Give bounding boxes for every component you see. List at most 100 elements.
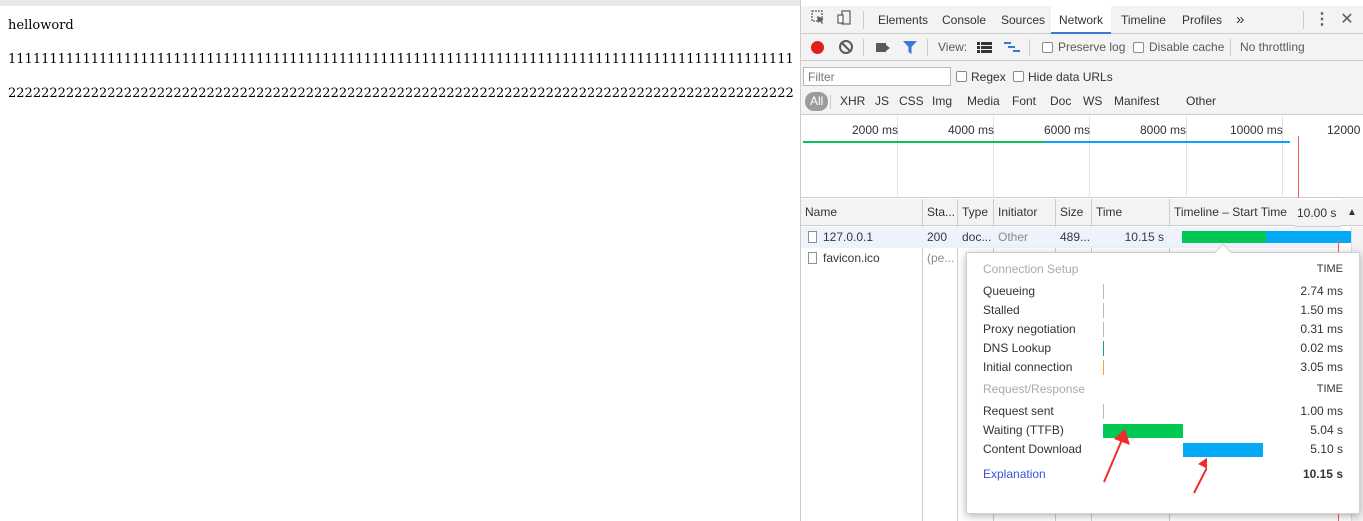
page-viewport: helloword 111111111111111111111111111111…	[0, 0, 800, 521]
tab-elements[interactable]: Elements	[878, 6, 928, 34]
large-rows-icon[interactable]	[977, 42, 992, 56]
hide-data-urls-checkbox[interactable]	[1013, 71, 1024, 82]
timing-label: Initial connection	[983, 360, 1073, 374]
timing-label: Request sent	[983, 404, 1054, 418]
timing-label: Stalled	[983, 303, 1020, 317]
timing-bar	[1103, 284, 1104, 299]
disable-cache-checkbox[interactable]	[1133, 42, 1144, 53]
record-icon[interactable]	[811, 41, 824, 54]
annotation-arrow-icon	[1103, 429, 1130, 483]
timing-value: 0.31 ms	[1300, 322, 1343, 336]
close-icon[interactable]: ✕	[1338, 6, 1356, 34]
devtools-tab-bar: Elements Console Sources Network Timelin…	[801, 6, 1363, 34]
timing-total: 10.15 s	[1302, 467, 1343, 481]
filter-type-ws[interactable]: WS	[1080, 92, 1105, 111]
timing-row-initial-connection: Initial connection 3.05 ms	[983, 358, 1343, 377]
waterfall-overview-icon[interactable]	[1004, 42, 1020, 56]
row-initiator: Other	[998, 230, 1029, 244]
row-status: (pe...	[927, 251, 955, 265]
capture-screenshots-icon[interactable]	[876, 43, 890, 52]
sort-up-icon[interactable]: ▲	[1341, 199, 1363, 226]
inspect-element-icon[interactable]	[809, 6, 827, 34]
disable-cache-label: Disable cache	[1149, 40, 1225, 54]
filter-type-img[interactable]: Img	[929, 92, 955, 111]
row-download-bar[interactable]	[1266, 231, 1352, 243]
timing-row-request-sent: Request sent 1.00 ms	[983, 402, 1343, 421]
timing-bar	[1103, 303, 1104, 318]
timing-row-stalled: Stalled 1.50 ms	[983, 301, 1343, 320]
timing-bar	[1103, 404, 1104, 419]
more-tabs-icon[interactable]: »	[1236, 6, 1244, 34]
tab-network[interactable]: Network	[1051, 6, 1112, 34]
document-icon	[808, 252, 817, 264]
tab-timeline[interactable]: Timeline	[1121, 6, 1166, 34]
timing-value: 3.05 ms	[1300, 360, 1343, 374]
filter-type-media[interactable]: Media	[964, 92, 1003, 111]
kebab-menu-icon[interactable]: ⋮	[1313, 6, 1331, 34]
filter-icon[interactable]	[903, 41, 917, 57]
network-toolbar: View: Preserve log Disable cache No thro…	[801, 34, 1363, 61]
filter-type-all[interactable]: All	[805, 92, 829, 111]
timing-label: DNS Lookup	[983, 341, 1052, 355]
timing-row-queueing: Queueing 2.74 ms	[983, 282, 1343, 301]
overview-tick: 10000 ms	[1230, 123, 1283, 137]
row-type: doc...	[962, 230, 992, 244]
regex-label: Regex	[971, 70, 1006, 84]
tab-profiles[interactable]: Profiles	[1182, 6, 1222, 34]
load-event-marker	[1298, 136, 1299, 198]
row-status: 200	[927, 230, 948, 244]
page-heading-text: helloword	[8, 18, 74, 33]
column-status[interactable]: Sta...	[923, 199, 957, 226]
view-label: View:	[938, 40, 968, 54]
timing-value: 0.02 ms	[1300, 341, 1343, 355]
annotation-arrow-icon	[1193, 457, 1207, 494]
filter-type-other[interactable]: Other	[1183, 92, 1219, 111]
filter-type-font[interactable]: Font	[1009, 92, 1039, 111]
tab-console[interactable]: Console	[942, 6, 986, 34]
row-waiting-bar[interactable]	[1182, 231, 1266, 243]
time-header: TIME	[1316, 263, 1343, 275]
preserve-log-checkbox[interactable]	[1042, 42, 1053, 53]
timing-value: 1.00 ms	[1300, 404, 1343, 418]
filter-input[interactable]	[803, 67, 951, 86]
timing-row-proxy: Proxy negotiation 0.31 ms	[983, 320, 1343, 339]
throttling-select[interactable]: No throttling	[1240, 34, 1305, 61]
column-name[interactable]: Name	[801, 199, 922, 226]
network-overview[interactable]: 2000 ms 4000 ms 6000 ms 8000 ms 10000 ms…	[801, 116, 1363, 198]
column-time[interactable]: Time	[1092, 199, 1169, 226]
column-initiator[interactable]: Initiator	[994, 199, 1055, 226]
time-header: TIME	[1316, 383, 1343, 395]
timing-value: 5.10 s	[1310, 442, 1343, 456]
timing-bar	[1103, 322, 1104, 337]
overview-tick: 4000 ms	[948, 123, 995, 137]
overview-tick: 8000 ms	[1140, 123, 1187, 137]
overview-tick: 2000 ms	[852, 123, 899, 137]
timing-bar	[1103, 360, 1104, 375]
section-title: Request/Response	[983, 382, 1086, 396]
explanation-link[interactable]: Explanation	[983, 465, 1046, 484]
row-size: 489...	[1060, 230, 1091, 244]
column-timeline[interactable]: Timeline – Start Time	[1170, 199, 1295, 226]
filter-bar: Regex Hide data URLs All XHR JS CSS Img …	[801, 61, 1363, 115]
filter-type-js[interactable]: JS	[872, 92, 892, 111]
row-time: 10.15 s	[1124, 230, 1164, 244]
overview-tick: 6000 ms	[1044, 123, 1091, 137]
tab-sources[interactable]: Sources	[1001, 6, 1045, 34]
column-type[interactable]: Type	[958, 199, 993, 226]
clear-icon[interactable]	[839, 40, 853, 54]
filter-type-xhr[interactable]: XHR	[837, 92, 868, 111]
timing-value: 2.74 ms	[1300, 284, 1343, 298]
overview-download-bar	[1044, 141, 1290, 143]
row-name-text: favicon.ico	[823, 251, 880, 265]
filter-type-manifest[interactable]: Manifest	[1111, 92, 1162, 111]
request-response-header: Request/Response TIME	[983, 380, 1343, 399]
section-title: Connection Setup	[983, 262, 1079, 276]
preserve-log-label: Preserve log	[1058, 40, 1126, 54]
filter-type-doc[interactable]: Doc	[1047, 92, 1074, 111]
regex-checkbox[interactable]	[956, 71, 967, 82]
column-size[interactable]: Size	[1056, 199, 1091, 226]
page-line-twos: 2222222222222222222222222222222222222222…	[8, 86, 794, 101]
row-name-text: 127.0.0.1	[823, 230, 874, 244]
filter-type-css[interactable]: CSS	[896, 92, 927, 111]
device-mode-icon[interactable]	[835, 6, 853, 34]
